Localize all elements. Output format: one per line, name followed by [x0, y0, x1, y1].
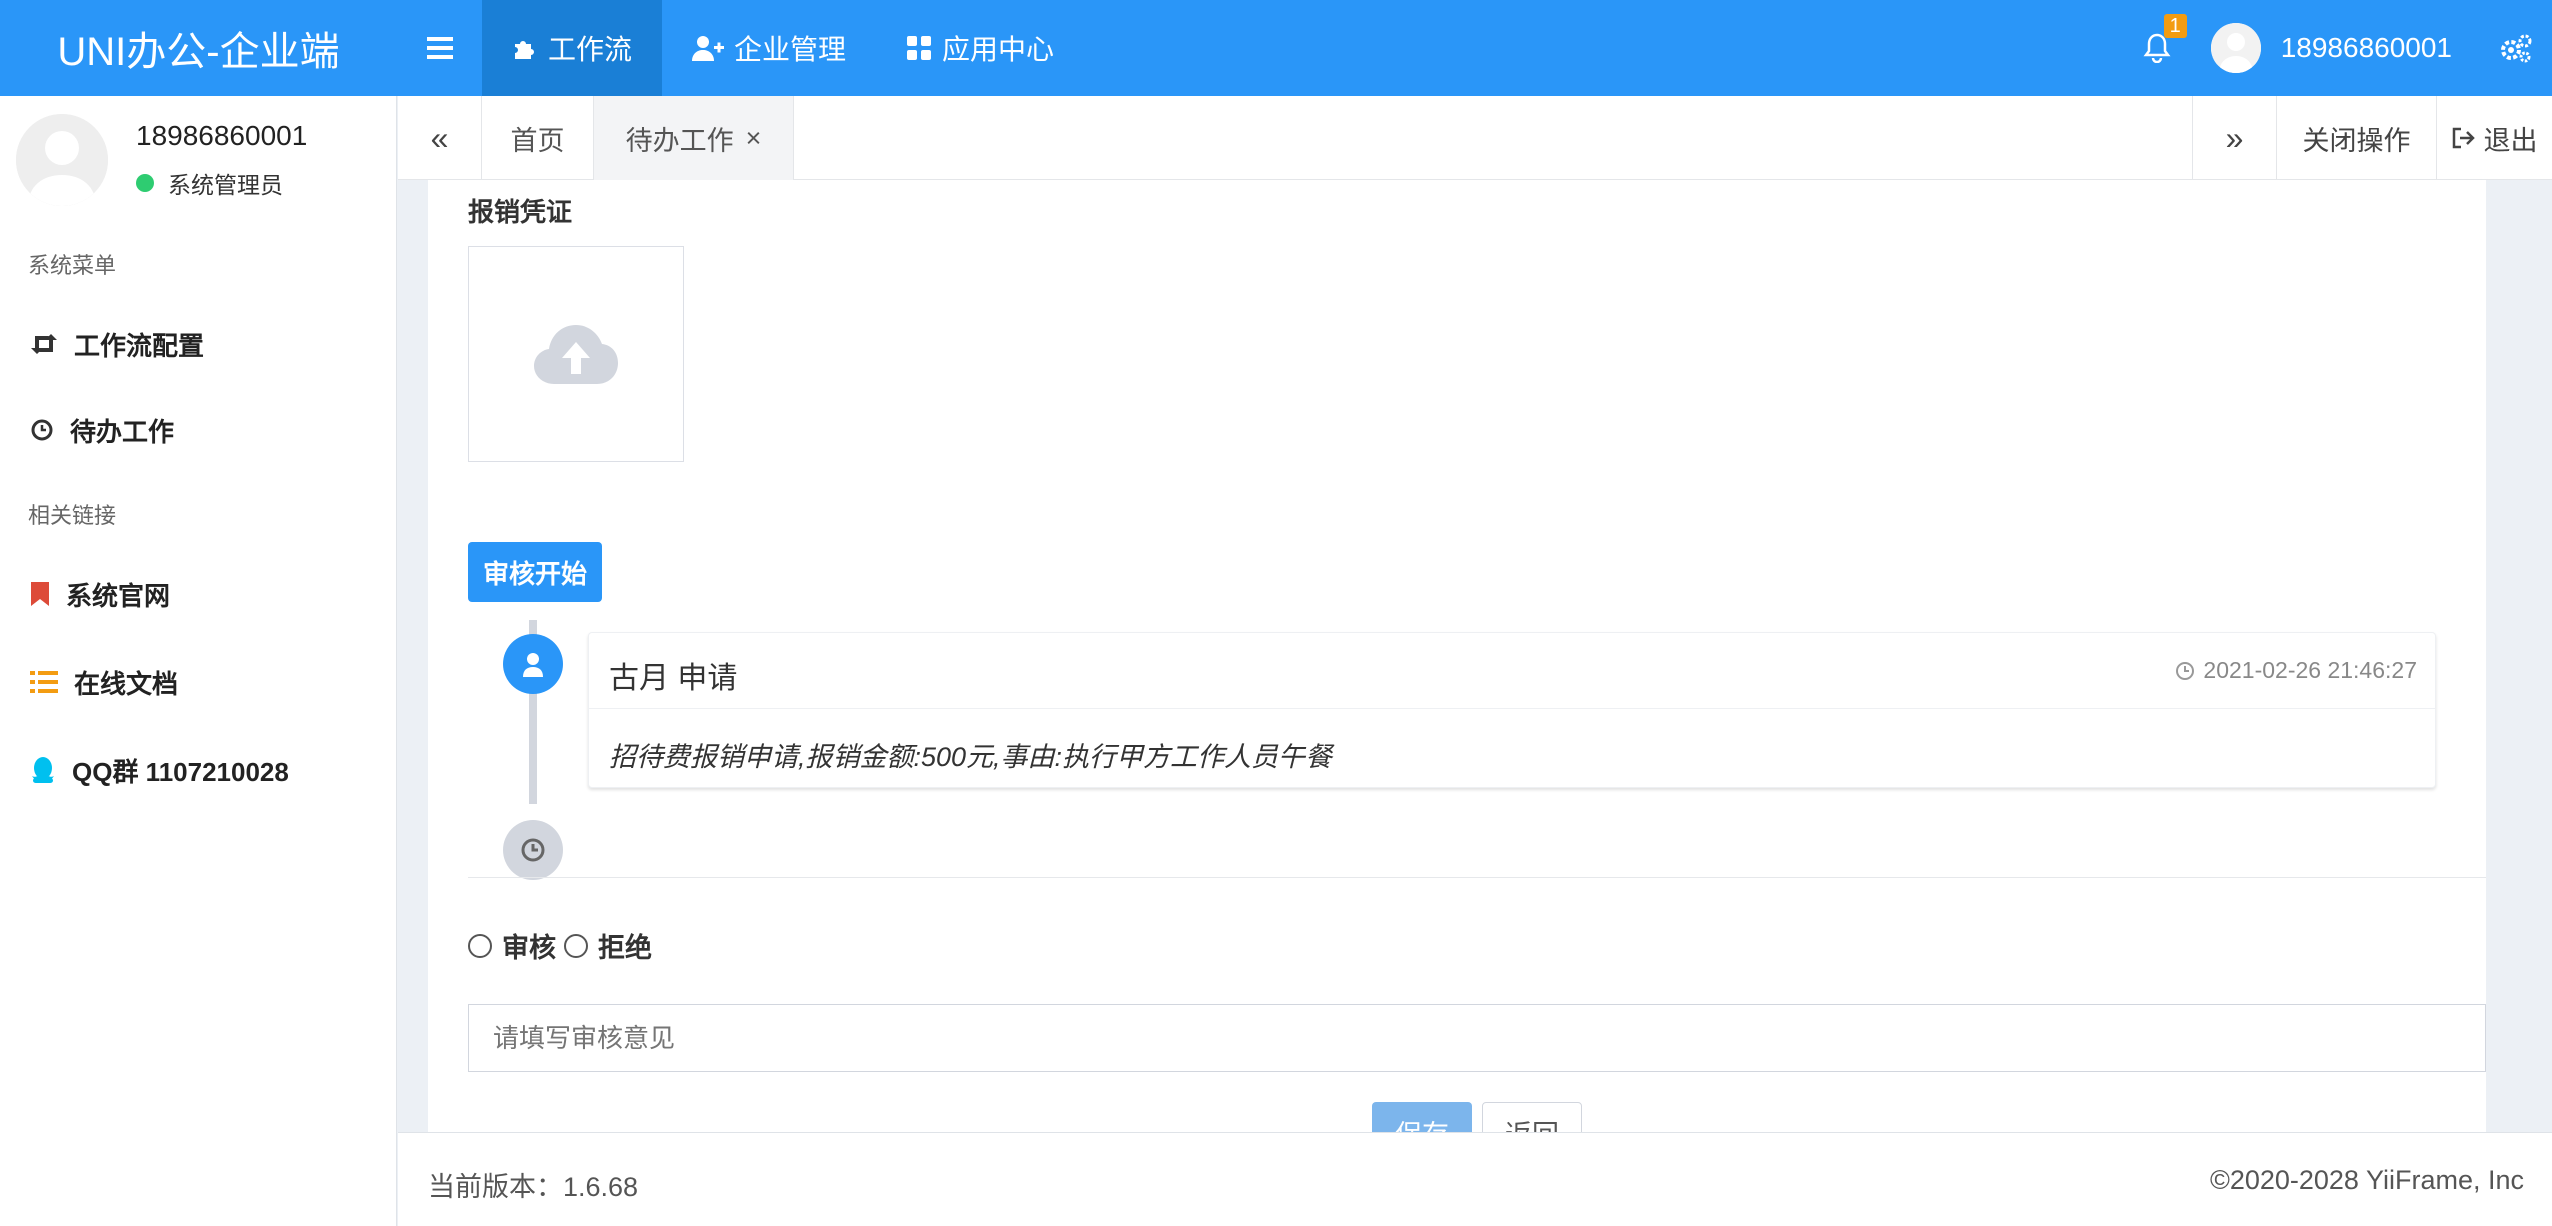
- gears-icon: [2501, 34, 2532, 63]
- sidebar-item-todo[interactable]: 待办工作: [30, 410, 174, 450]
- approval-radio-group: 审核 拒绝: [468, 926, 652, 965]
- sidebar-username: 18986860001: [136, 120, 308, 151]
- bookmark-icon: [31, 582, 49, 606]
- notification-badge: 1: [2163, 14, 2187, 38]
- settings-button[interactable]: [2486, 0, 2546, 96]
- sidebar-item-website[interactable]: 系统官网: [30, 574, 170, 614]
- user-menu[interactable]: 18986860001: [2210, 23, 2452, 73]
- timeline-entry-time: 2021-02-26 21:46:27: [2175, 657, 2417, 684]
- sidebar-item-label: 待办工作: [70, 416, 175, 447]
- cloud-upload-icon: [534, 325, 618, 384]
- app-logo[interactable]: UNI办公-企业端: [0, 0, 397, 96]
- divider: [468, 877, 2486, 878]
- tab-bar: « 首页 待办工作 × » 关闭操作 退出: [398, 96, 2552, 180]
- nav-app-center-label: 应用中心: [942, 34, 1055, 65]
- user-panel: 18986860001 系统管理员: [16, 114, 386, 224]
- voucher-label: 报销凭证: [468, 197, 573, 227]
- user-icon: [503, 634, 563, 694]
- sidebar-item-label: 在线文档: [74, 668, 179, 699]
- main-nav: 工作流 企业管理 应用中心: [482, 0, 1084, 96]
- qq-icon: [32, 757, 54, 783]
- nav-enterprise-label: 企业管理: [734, 34, 847, 65]
- tab-label: 待办工作: [625, 125, 734, 156]
- username-label: 18986860001: [2280, 32, 2452, 63]
- nav-workflow-label: 工作流: [548, 34, 633, 65]
- grid-icon: [907, 36, 932, 60]
- retweet-icon: [31, 334, 57, 354]
- clock-icon: [503, 820, 563, 880]
- footer: 当前版本：1.6.68 ©2020-2028 YiiFrame, Inc: [398, 1132, 2552, 1226]
- sidebar-item-qq[interactable]: QQ群 1107210028: [30, 750, 289, 790]
- timeline-start-label: 审核开始: [468, 542, 602, 602]
- approve-radio[interactable]: [468, 933, 492, 958]
- sidebar-toggle-button[interactable]: [404, 0, 476, 96]
- tab-home[interactable]: 首页: [482, 96, 594, 180]
- menu-header-system: 系统菜单: [28, 253, 117, 278]
- save-button[interactable]: 保存: [1372, 1102, 1472, 1132]
- timeline-entry-timestamp: 2021-02-26 21:46:27: [2203, 657, 2417, 683]
- sidebar-item-label: QQ群 1107210028: [72, 756, 289, 787]
- tab-scroll-right-button[interactable]: »: [2192, 96, 2276, 180]
- timeline-entry-body: 招待费报销申请,报销金额:500元,事由:执行甲方工作人员午餐: [609, 742, 1333, 772]
- logout-label: 退出: [2483, 125, 2538, 156]
- nav-enterprise[interactable]: 企业管理: [662, 0, 876, 96]
- tab-todo[interactable]: 待办工作 ×: [594, 96, 794, 180]
- close-operations-button[interactable]: 关闭操作: [2276, 96, 2436, 180]
- timeline-entry-header: 古月 申请 2021-02-26 21:46:27: [589, 633, 2435, 709]
- reject-radio-label[interactable]: 拒绝: [598, 926, 652, 965]
- nav-workflow[interactable]: 工作流: [482, 0, 663, 96]
- copyright-text: ©2020-2028 YiiFrame, Inc: [2209, 1165, 2524, 1195]
- voucher-upload-box[interactable]: [468, 246, 684, 462]
- top-navbar: UNI办公-企业端 工作流 企业管理 应用中心 1 18986860001: [0, 0, 2552, 96]
- avatar: [2210, 23, 2261, 73]
- sign-out-icon: [2452, 127, 2475, 149]
- timeline-entry: 古月 申请 2021-02-26 21:46:27 招待费报销申请,报销金额:5…: [588, 632, 2436, 788]
- list-icon: [30, 671, 58, 693]
- back-button[interactable]: 返回: [1482, 1102, 1582, 1132]
- logout-button[interactable]: 退出: [2436, 96, 2552, 180]
- sidebar-item-docs[interactable]: 在线文档: [30, 662, 178, 702]
- right-nav: 1 18986860001: [2121, 0, 2552, 96]
- puzzle-icon: [515, 41, 534, 59]
- sidebar-item-workflow-config[interactable]: 工作流配置: [30, 324, 204, 364]
- user-status: 系统管理员: [136, 166, 283, 200]
- hamburger-icon: [427, 37, 453, 59]
- reject-radio[interactable]: [564, 933, 588, 958]
- close-icon[interactable]: ×: [746, 123, 762, 154]
- tab-scroll-left-button[interactable]: «: [398, 96, 482, 180]
- version-text: 当前版本：1.6.68: [428, 1172, 639, 1202]
- menu-header-links: 相关链接: [28, 503, 117, 528]
- online-status-icon: [136, 174, 154, 192]
- avatar: [16, 114, 108, 206]
- user-plus-icon: [692, 36, 725, 61]
- tab-label: 首页: [510, 125, 565, 156]
- approval-form: 报销凭证 审核开始 古月 申请 2021-02-26 21:46:27 招待费报…: [428, 180, 2486, 1132]
- notifications-button[interactable]: 1: [2121, 0, 2193, 96]
- nav-app-center[interactable]: 应用中心: [876, 0, 1084, 96]
- sidebar: 18986860001 系统管理员 系统菜单 工作流配置 待办工作 相关链接 系…: [0, 96, 397, 1226]
- approve-radio-label[interactable]: 审核: [502, 926, 556, 965]
- timeline-entry-title: 古月 申请: [609, 662, 738, 695]
- sidebar-item-label: 工作流配置: [74, 330, 205, 361]
- review-opinion-input[interactable]: [468, 1004, 2486, 1072]
- user-role: 系统管理员: [168, 172, 283, 198]
- sidebar-item-label: 系统官网: [66, 580, 171, 611]
- clock-icon: [2176, 661, 2195, 680]
- clock-icon: [31, 419, 53, 441]
